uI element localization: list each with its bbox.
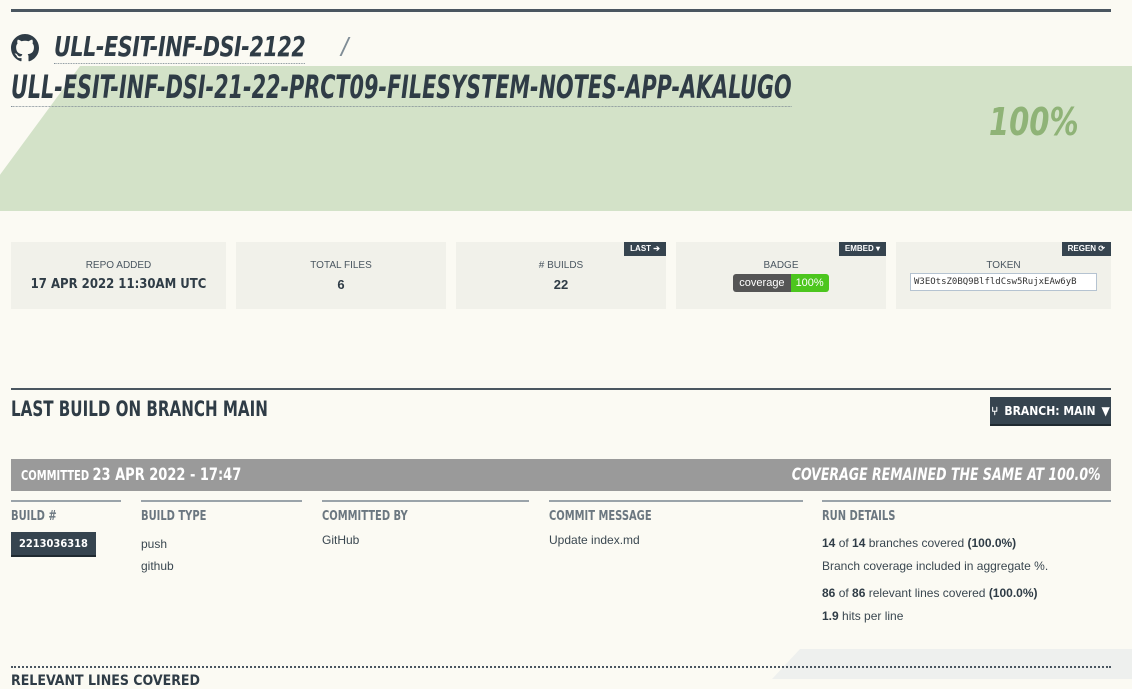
build-number-link[interactable]: 2213036318 (11, 532, 96, 555)
path-separator: / (341, 32, 349, 62)
repo-added-card: REPO ADDED 17 APR 2022 11:30AM UTC (11, 242, 226, 309)
refresh-icon: ⟳ (1098, 244, 1105, 253)
relevant-lines-title: RELEVANT LINES COVERED (11, 673, 200, 689)
commit-message-header: COMMIT MESSAGE (549, 509, 652, 524)
run-details-header: RUN DETAILS (822, 509, 896, 524)
builds-value: 22 (553, 277, 569, 292)
commit-message-col: COMMIT MESSAGE Update index.md (549, 500, 803, 547)
commit-time: COMMITTED 23 APR 2022 - 17:47 (21, 465, 242, 485)
committed-by-col: COMMITTED BY GitHub (322, 500, 529, 547)
run-details-col: RUN DETAILS 14 of 14 branches covered (1… (822, 500, 1111, 628)
branch-dropdown[interactable]: ⑂ BRANCH: MAIN ▼ (990, 397, 1111, 424)
corner-decoration (772, 649, 1132, 679)
build-type-col: BUILD TYPE push github (141, 500, 302, 573)
bottom-divider (11, 666, 1111, 668)
org-link[interactable]: ULL-ESIT-INF-DSI-2122 (54, 30, 306, 64)
github-icon (11, 34, 39, 62)
build-number-col: BUILD # 2213036318 (11, 500, 121, 555)
coverage-note: COVERAGE REMAINED THE SAME AT 100.0% (792, 465, 1101, 485)
branches-covered: 14 of 14 branches covered (100.0%) (822, 536, 1017, 550)
token-label: TOKEN (986, 260, 1021, 271)
regen-button[interactable]: REGEN ⟳ (1061, 242, 1111, 256)
build-number-header: BUILD # (11, 509, 57, 524)
repo-link[interactable]: ULL-ESIT-INF-DSI-21-22-PRCT09-FILESYSTEM… (11, 68, 792, 107)
repo-added-label: REPO ADDED (85, 260, 152, 271)
repo-added-value: 17 APR 2022 11:30AM UTC (30, 277, 207, 292)
repo-stats: REPO ADDED 17 APR 2022 11:30AM UTC TOTAL… (11, 242, 1111, 309)
coverage-badge[interactable]: coverage 100% (733, 274, 829, 292)
embed-button[interactable]: EMBED ▾ (838, 242, 886, 256)
last-build-button[interactable]: LAST ➔ (624, 242, 666, 256)
token-card: REGEN ⟳ TOKEN W3EOtsZ0BQ9BlfldCsw5RujxEA… (896, 242, 1111, 309)
committed-by-value: GitHub (322, 533, 360, 547)
commit-message-value: Update index.md (549, 533, 640, 547)
badge-label: BADGE (763, 260, 799, 271)
section-rule (11, 388, 1111, 390)
caret-down-icon: ▼ (1101, 403, 1110, 418)
build-type-header: BUILD TYPE (141, 509, 207, 524)
total-files-card: TOTAL FILES 6 (236, 242, 446, 309)
coverage-percent: 100% (989, 100, 1079, 144)
arrow-right-icon: ➔ (653, 244, 660, 253)
builds-label: # BUILDS (538, 260, 584, 271)
branch-icon: ⑂ (991, 403, 999, 418)
badge-left-text: coverage (733, 274, 791, 292)
commit-bar: COMMITTED 23 APR 2022 - 17:47 COVERAGE RE… (11, 459, 1111, 491)
builds-card: LAST ➔ # BUILDS 22 (456, 242, 666, 309)
last-build-title: LAST BUILD ON BRANCH MAIN (11, 397, 268, 421)
hits-per-line: 1.9 hits per line (822, 609, 904, 623)
badge-right-text: 100% (790, 274, 829, 292)
branch-label: BRANCH: MAIN (1004, 403, 1096, 418)
branch-note: Branch coverage included in aggregate %. (822, 559, 1049, 573)
badge-card: EMBED ▾ BADGE coverage 100% (676, 242, 886, 309)
build-type-line: push (141, 537, 168, 551)
build-type-line: github (141, 559, 174, 573)
total-files-label: TOTAL FILES (310, 260, 372, 271)
token-field[interactable]: W3EOtsZ0BQ9BlfldCsw5RujxEAw6yB (910, 273, 1097, 291)
lines-covered: 86 of 86 relevant lines covered (100.0%) (822, 586, 1038, 600)
top-rule (11, 9, 1111, 12)
committed-by-header: COMMITTED BY (322, 509, 408, 524)
total-files-value: 6 (337, 277, 345, 292)
